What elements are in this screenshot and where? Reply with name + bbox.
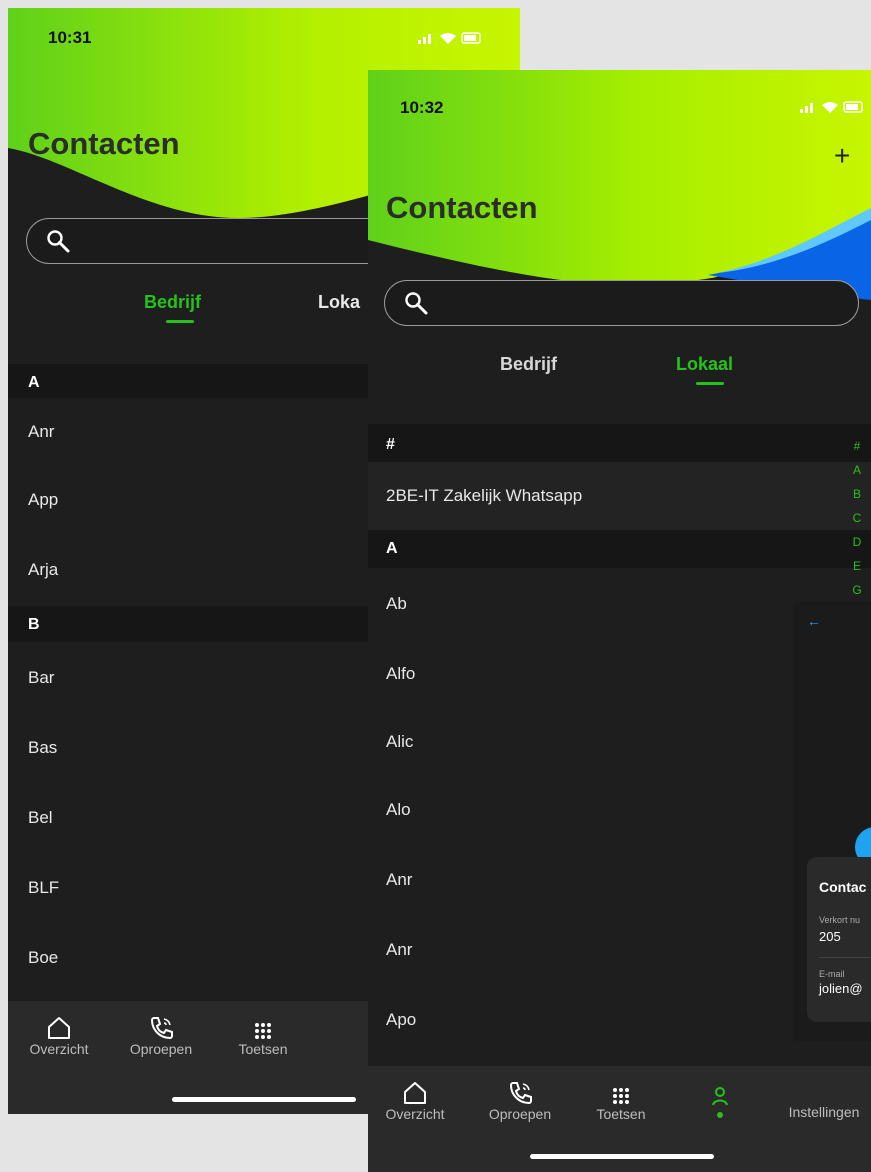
index-letter[interactable]: #: [851, 434, 863, 458]
home-icon: [380, 1078, 450, 1106]
nav-oproepen[interactable]: Oproepen: [121, 1013, 201, 1057]
tab-bedrijf-label: Bedrijf: [500, 354, 558, 374]
nav-toetsen-label: Toetsen: [596, 1106, 646, 1122]
home-indicator: [530, 1154, 714, 1159]
index-letter[interactable]: C: [851, 506, 863, 530]
contact-info-card: Contac Verkort nu 205 E-mail jolien@: [807, 857, 871, 1022]
phone-calls-icon: [121, 1013, 201, 1041]
nav-toetsen[interactable]: Toetsen: [226, 1013, 300, 1057]
active-tab-underline: [166, 320, 194, 323]
page-title: Contacten: [386, 190, 538, 225]
search-icon: [45, 228, 73, 261]
tab-lokaal-label: Loka: [318, 292, 361, 312]
home-icon: [24, 1013, 94, 1041]
index-letter[interactable]: B: [851, 482, 863, 506]
status-icons: [418, 31, 482, 50]
nav-contacten[interactable]: [690, 1080, 750, 1118]
status-time: 10:31: [48, 28, 92, 47]
active-indicator-dot: [717, 1112, 723, 1118]
email-value[interactable]: jolien@: [819, 981, 863, 996]
bottom-nav: Overzicht Oproepen Toetsen Instellingen: [368, 1066, 871, 1172]
tab-bedrijf[interactable]: Bedrijf: [500, 354, 557, 375]
status-time: 10:32: [400, 98, 444, 117]
home-indicator: [172, 1097, 356, 1102]
keypad-icon: [584, 1078, 658, 1106]
index-letter[interactable]: G: [851, 578, 863, 602]
active-tab-underline: [696, 382, 724, 385]
card-title: Contac: [819, 879, 867, 895]
tab-bedrijf-label: Bedrijf: [144, 292, 202, 312]
back-arrow-icon[interactable]: ←: [807, 613, 821, 629]
section-header-hash: #: [368, 424, 871, 462]
page-title: Contacten: [28, 126, 180, 161]
section-header-a: A: [368, 530, 871, 568]
status-icons: [800, 100, 864, 119]
nav-overzicht[interactable]: Overzicht: [380, 1078, 450, 1122]
alphabet-index[interactable]: # A B C D E G: [851, 434, 863, 602]
short-number-label: Verkort nu: [819, 915, 861, 925]
list-item[interactable]: 2BE-IT Zakelijk Whatsapp: [368, 462, 871, 530]
nav-instellingen[interactable]: Instellingen: [778, 1104, 870, 1120]
tab-lokaal[interactable]: Loka: [318, 292, 360, 313]
divider: [819, 957, 871, 958]
tab-bedrijf[interactable]: Bedrijf: [144, 292, 202, 323]
phone-calls-icon: [480, 1078, 560, 1106]
nav-toetsen[interactable]: Toetsen: [584, 1078, 658, 1122]
nav-oproepen[interactable]: Oproepen: [480, 1078, 560, 1122]
phone-screen-contacts-lokaal: 10:32 + Contacten Bedrijf Lokaal # 2BE-I…: [368, 70, 871, 1172]
email-label: E-mail: [819, 969, 845, 979]
contact-detail-panel: ← Contac Verkort nu 205 E-mail jolien@: [793, 601, 871, 1041]
contacts-icon: [690, 1080, 750, 1108]
tab-lokaal[interactable]: Lokaal: [676, 354, 734, 385]
nav-oproepen-label: Oproepen: [488, 1106, 552, 1122]
nav-oproepen-label: Oproepen: [129, 1041, 193, 1057]
nav-overzicht-label: Overzicht: [385, 1106, 445, 1122]
search-input[interactable]: [384, 280, 859, 326]
index-letter[interactable]: A: [851, 458, 863, 482]
search-icon: [403, 290, 431, 323]
nav-toetsen-label: Toetsen: [238, 1041, 288, 1057]
nav-overzicht-label: Overzicht: [29, 1041, 89, 1057]
header-banner: 10:32 + Contacten Bedrijf Lokaal: [368, 70, 871, 410]
tab-lokaal-label: Lokaal: [676, 354, 734, 374]
short-number-value: 205: [819, 929, 841, 944]
keypad-icon: [226, 1013, 300, 1041]
index-letter[interactable]: D: [851, 530, 863, 554]
nav-overzicht[interactable]: Overzicht: [24, 1013, 94, 1057]
nav-instellingen-label: Instellingen: [788, 1104, 860, 1120]
index-letter[interactable]: E: [851, 554, 863, 578]
add-contact-button[interactable]: +: [834, 140, 850, 172]
